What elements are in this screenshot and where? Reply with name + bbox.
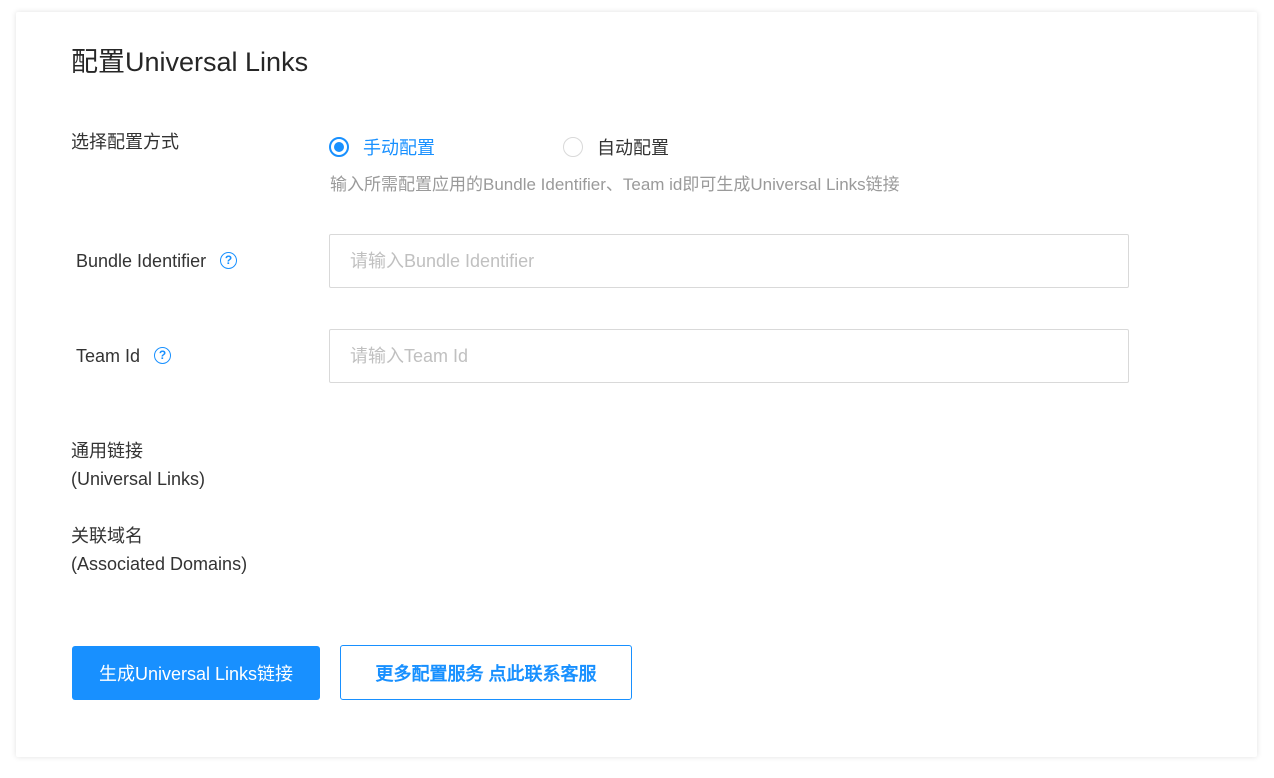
associated-domains-label: 关联域名 — [71, 526, 143, 546]
bundle-identifier-input[interactable] — [329, 234, 1129, 288]
radio-unchecked-icon[interactable] — [563, 137, 583, 157]
contact-support-button[interactable]: 更多配置服务 点此联系客服 — [340, 645, 632, 700]
config-mode-label: 选择配置方式 — [71, 132, 179, 152]
config-mode-hint: 输入所需配置应用的Bundle Identifier、Team id即可生成Un… — [330, 175, 900, 194]
universal-links-label: 通用链接 — [71, 441, 143, 461]
config-mode-radio-group: 手动配置 自动配置 — [329, 133, 669, 161]
page-title: 配置Universal Links — [71, 47, 309, 77]
team-id-label-row: Team Id? — [76, 343, 172, 370]
team-id-label: Team Id — [76, 346, 141, 366]
bundle-identifier-label-row: Bundle Identifier? — [76, 248, 238, 275]
config-card: 配置Universal Links 选择配置方式 手动配置 自动配置 输入所需配… — [16, 12, 1257, 757]
radio-manual-config[interactable]: 手动配置 — [329, 134, 435, 160]
universal-links-sublabel: (Universal Links) — [71, 469, 206, 489]
radio-auto-config[interactable]: 自动配置 — [563, 134, 669, 160]
radio-auto-label[interactable]: 自动配置 — [597, 134, 669, 160]
radio-checked-icon[interactable] — [329, 137, 349, 157]
bundle-identifier-label: Bundle Identifier — [76, 251, 207, 271]
team-id-input[interactable] — [329, 329, 1129, 383]
generate-links-button[interactable]: 生成Universal Links链接 — [72, 646, 320, 700]
help-question-icon[interactable]: ? — [220, 251, 238, 269]
radio-manual-label[interactable]: 手动配置 — [363, 134, 435, 160]
associated-domains-sublabel: (Associated Domains) — [71, 554, 248, 574]
help-question-icon[interactable]: ? — [154, 346, 172, 364]
